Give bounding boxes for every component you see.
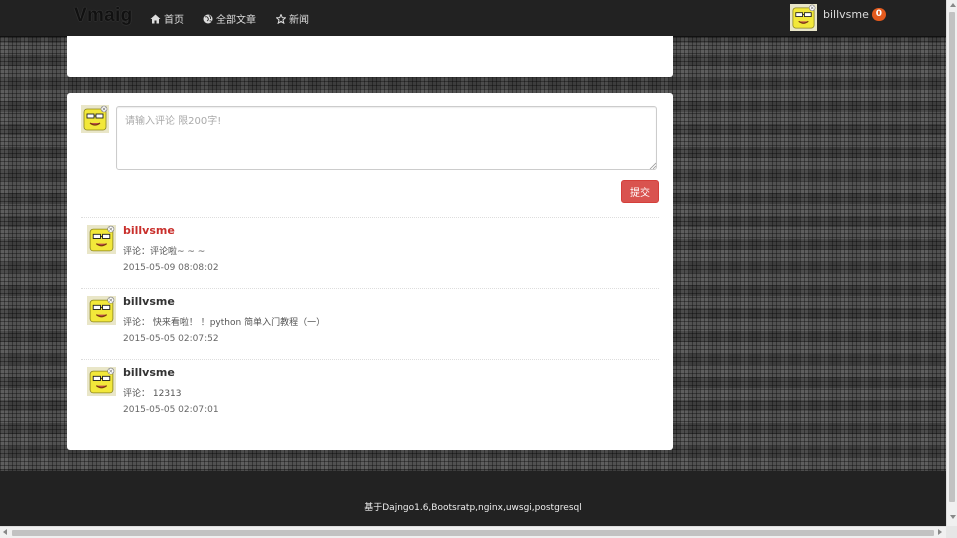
comment-user[interactable]: billvsme — [123, 295, 175, 308]
horizontal-scrollbar[interactable] — [0, 526, 946, 538]
avatar — [81, 105, 109, 133]
nav-item-news[interactable]: 新闻 — [276, 11, 309, 26]
scrollbar-thumb[interactable] — [12, 530, 934, 536]
comment-time: 2015-05-05 02:07:52 — [123, 334, 219, 344]
star-icon — [276, 13, 286, 24]
list-item: billvsme 评论： 12313 2015-05-05 02:07:01 — [87, 359, 657, 425]
scrollbar-thumb[interactable] — [949, 12, 955, 502]
list-item: billvsme 评论：评论啦~ ~ ~ 2015-05-09 08:08:02 — [87, 217, 657, 283]
comment-text: 评论： 快来看啦！ ！python 简单入门教程（一） — [123, 318, 326, 328]
vertical-scrollbar[interactable] — [946, 0, 957, 526]
comments-panel: 提交 billvsme 评论：评论啦~ ~ ~ 2015-05-09 08:08… — [67, 93, 673, 450]
comment-user[interactable]: billvsme — [123, 366, 175, 379]
scroll-left-icon[interactable] — [3, 529, 7, 535]
avatar — [87, 296, 116, 325]
nav-item-all-articles[interactable]: 全部文章 — [203, 11, 256, 26]
footer: 基于Dajngo1.6,Bootsratp,nginx,uwsgi,postgr… — [0, 471, 946, 526]
submit-button[interactable]: 提交 — [621, 180, 659, 203]
comment-user[interactable]: billvsme — [123, 224, 175, 237]
user-menu[interactable]: billvsme 0 — [790, 4, 886, 31]
scroll-right-icon[interactable] — [938, 529, 942, 535]
comment-input[interactable] — [116, 106, 657, 170]
nav-item-label: 全部文章 — [216, 15, 256, 26]
scrollbar-corner — [946, 526, 957, 538]
comment-time: 2015-05-09 08:08:02 — [123, 263, 219, 273]
comment-text: 评论：评论啦~ ~ ~ — [123, 247, 206, 257]
notification-badge[interactable]: 0 — [871, 8, 886, 21]
avatar — [87, 225, 116, 254]
home-icon — [150, 14, 161, 23]
scroll-up-icon[interactable] — [950, 3, 956, 7]
avatar[interactable] — [790, 4, 817, 31]
avatar — [87, 367, 116, 396]
navbar: Vmaig 首页 全部文章 新闻 billvsme 0 — [0, 0, 946, 37]
list-item: billvsme 评论： 快来看啦！ ！python 简单入门教程（一） 201… — [87, 288, 657, 354]
nav-item-label: 新闻 — [289, 15, 309, 26]
article-panel-bottom — [67, 36, 673, 77]
scroll-down-icon[interactable] — [950, 515, 956, 519]
user-name[interactable]: billvsme — [823, 8, 869, 21]
footer-text: 基于Dajngo1.6,Bootsratp,nginx,uwsgi,postgr… — [364, 503, 582, 513]
resize-handle-icon[interactable] — [649, 162, 656, 169]
nav-item-label: 首页 — [164, 15, 184, 26]
comment-text: 评论： 12313 — [123, 389, 182, 399]
comment-time: 2015-05-05 02:07:01 — [123, 405, 219, 415]
brand-logo[interactable]: Vmaig — [74, 5, 133, 27]
globe-icon — [203, 14, 213, 23]
nav-item-home[interactable]: 首页 — [150, 11, 184, 26]
